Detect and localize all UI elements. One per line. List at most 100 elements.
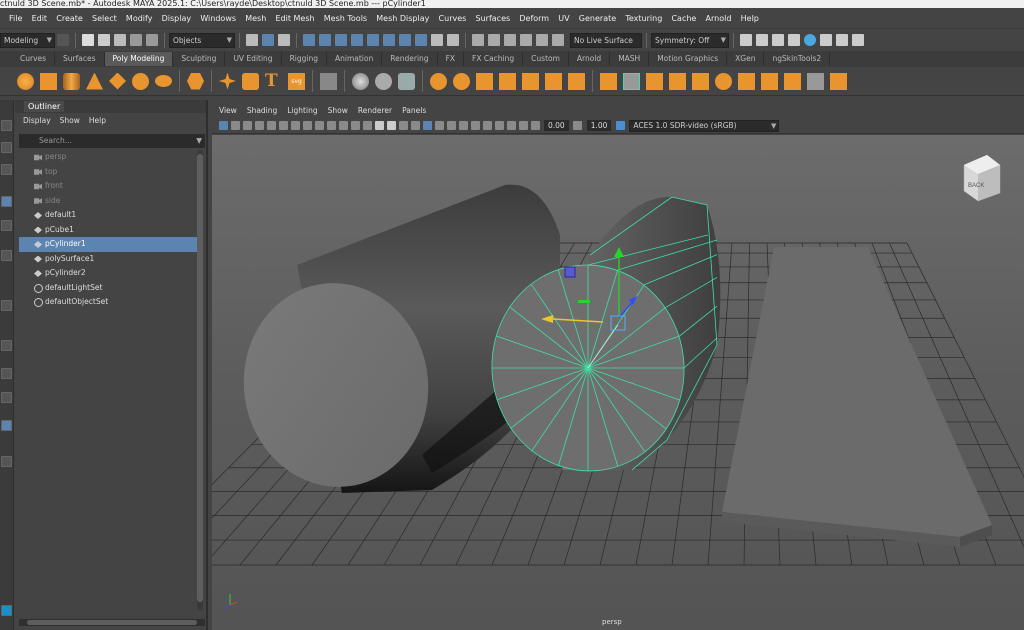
bookmark-icon[interactable] (242, 121, 252, 130)
connect-icon[interactable] (669, 72, 686, 90)
field-chart-icon[interactable] (338, 121, 348, 130)
shadows-icon[interactable] (458, 121, 468, 130)
separate-icon[interactable] (453, 72, 470, 90)
menu-edit-mesh[interactable]: Edit Mesh (275, 14, 314, 23)
xray-icon[interactable] (434, 121, 444, 130)
shelf-tab-arnold[interactable]: Arnold (569, 52, 611, 66)
outliner-vertical-scrollbar[interactable] (197, 150, 203, 610)
outliner-item-top[interactable]: top (19, 165, 198, 180)
select-hierarchy-icon[interactable] (246, 34, 258, 46)
open-scene-icon[interactable] (98, 34, 110, 46)
shelf-tab-fx-caching[interactable]: FX Caching (464, 52, 524, 66)
outliner-horizontal-scrollbar[interactable] (19, 619, 205, 626)
safe-action-icon[interactable] (350, 121, 360, 130)
multi-cut-icon[interactable] (623, 72, 640, 90)
redo-icon[interactable] (146, 34, 158, 46)
exposure-field[interactable]: 0.00 (544, 120, 569, 131)
smooth-shade-icon[interactable] (386, 121, 396, 130)
menu-generate[interactable]: Generate (579, 14, 616, 23)
menu-mesh[interactable]: Mesh (245, 14, 266, 23)
boolean-icon[interactable] (499, 72, 516, 90)
outliner-item-side[interactable]: side (19, 194, 198, 209)
last-tool-icon[interactable] (1, 300, 12, 311)
outliner-item-persp[interactable]: persp (19, 150, 198, 165)
snap-grid-icon[interactable] (303, 34, 315, 46)
four-view-icon[interactable] (1, 368, 12, 379)
wireframe-on-shaded-icon[interactable] (422, 121, 432, 130)
pause-icon[interactable] (852, 34, 864, 46)
resolution-gate-icon[interactable] (314, 121, 324, 130)
quad-draw-icon[interactable] (692, 72, 709, 90)
menu-mesh-tools[interactable]: Mesh Tools (324, 14, 367, 23)
dropdown-arrow-icon[interactable] (57, 34, 69, 46)
type-text-icon[interactable]: T (265, 72, 282, 90)
menu-help[interactable]: Help (741, 14, 759, 23)
viewport-menu-view[interactable]: View (219, 106, 237, 115)
anti-aliasing-icon[interactable] (494, 121, 504, 130)
target-weld-icon[interactable] (646, 72, 663, 90)
shelf-tab-xgen[interactable]: XGen (727, 52, 765, 66)
lock-icon[interactable] (447, 34, 459, 46)
viewport-menu-lighting[interactable]: Lighting (287, 106, 317, 115)
menu-texturing[interactable]: Texturing (625, 14, 662, 23)
live-surface-field[interactable]: No Live Surface (570, 32, 642, 48)
2d-pan-zoom-icon[interactable] (266, 121, 276, 130)
reset-transforms-icon[interactable] (398, 72, 415, 90)
poly-cylinder-icon[interactable] (63, 72, 80, 90)
platonic-solid-icon[interactable] (187, 72, 204, 90)
bridge-icon[interactable] (568, 72, 585, 90)
save-scene-icon[interactable] (114, 34, 126, 46)
snap-together-icon[interactable] (520, 34, 532, 46)
gamma-field[interactable]: 1.00 (586, 120, 612, 131)
help-icon[interactable] (415, 34, 427, 46)
outliner-item-default1[interactable]: default1 (19, 208, 198, 223)
outliner-item-front[interactable]: front (19, 179, 198, 194)
super-shape-icon[interactable] (219, 72, 236, 90)
color-space-dropdown[interactable]: ACES 1.0 SDR-video (sRGB) ▼ (629, 119, 780, 132)
offset-edge-loop-icon[interactable] (738, 72, 755, 90)
outliner-menu-display[interactable]: Display (23, 116, 51, 125)
outliner-menu-show[interactable]: Show (60, 116, 80, 125)
snap-surface-icon[interactable] (367, 34, 379, 46)
svg-icon[interactable]: svg (288, 72, 305, 90)
poly-cone-icon[interactable] (86, 72, 103, 90)
render-view-icon[interactable] (740, 34, 752, 46)
snap-view-plane-icon[interactable] (351, 34, 363, 46)
gate-mask-icon[interactable] (326, 121, 336, 130)
wireframe-icon[interactable] (374, 121, 384, 130)
combine-icon[interactable] (430, 72, 447, 90)
undo-icon[interactable] (130, 34, 142, 46)
textured-icon[interactable] (398, 121, 408, 130)
step-snap-icon[interactable] (552, 34, 564, 46)
menu-surfaces[interactable]: Surfaces (476, 14, 511, 23)
construction-history-icon[interactable] (431, 34, 443, 46)
calculator-icon[interactable] (320, 72, 337, 90)
poly-disc-icon[interactable] (155, 75, 172, 87)
select-object-icon[interactable] (262, 34, 274, 46)
snap-point-icon[interactable] (335, 34, 347, 46)
shelf-tab-mash[interactable]: MASH (610, 52, 650, 66)
gamma-icon[interactable] (573, 121, 583, 130)
magnet-icon[interactable] (536, 34, 548, 46)
mirror-icon[interactable] (522, 72, 539, 90)
lasso-tool-icon[interactable] (1, 142, 12, 153)
poke-icon[interactable] (830, 72, 847, 90)
rotate-tool-icon[interactable] (1, 220, 12, 231)
shelf-tab-rigging[interactable]: Rigging (282, 52, 327, 66)
image-plane-icon[interactable] (254, 121, 264, 130)
camera-attributes-icon[interactable] (230, 121, 240, 130)
selection-mode-dropdown[interactable]: Objects ▼ (169, 32, 235, 48)
render-setup-icon[interactable] (836, 34, 848, 46)
bevel-icon[interactable] (600, 72, 617, 90)
shelf-tab-custom[interactable]: Custom (523, 52, 569, 66)
shelf-tab-poly-modeling[interactable]: Poly Modeling (104, 52, 174, 66)
shelf-tab-animation[interactable]: Animation (327, 52, 383, 66)
xray-joints-icon[interactable] (446, 121, 456, 130)
shelf-tab-uv-editing[interactable]: UV Editing (225, 52, 282, 66)
shelf-tab-curves[interactable]: Curves (12, 52, 56, 66)
viewport-menu-panels[interactable]: Panels (402, 106, 426, 115)
exposure-icon[interactable] (530, 121, 540, 130)
viewport-menu-show[interactable]: Show (328, 106, 348, 115)
outliner-item-defaultlightset[interactable]: defaultLightSet (19, 281, 198, 296)
outliner-item-polysurface1[interactable]: polySurface1 (19, 252, 198, 267)
